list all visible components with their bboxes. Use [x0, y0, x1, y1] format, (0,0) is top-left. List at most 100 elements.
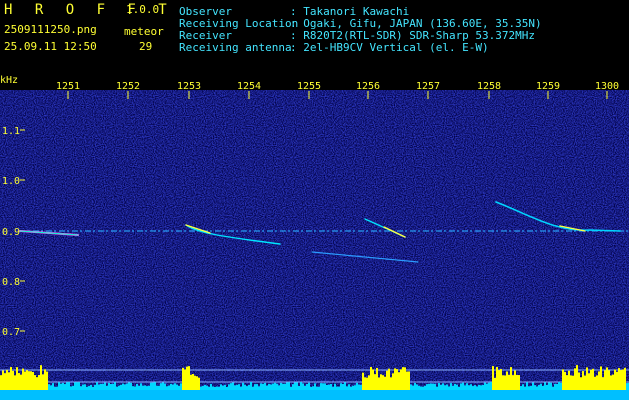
- activity-bar: [386, 370, 388, 390]
- activity-bar: [30, 371, 32, 390]
- activity-bar: [556, 383, 558, 390]
- activity-bar: [530, 385, 532, 390]
- activity-bar: [268, 384, 270, 390]
- info-value-receiver: : R820T2(RTL-SDR) SDR-Sharp 53.372MHz: [290, 29, 536, 42]
- activity-bar: [164, 383, 166, 390]
- activity-bar: [4, 373, 6, 390]
- activity-bar: [486, 383, 488, 390]
- activity-bar: [596, 375, 598, 390]
- activity-bar: [140, 383, 142, 390]
- activity-bar: [392, 373, 394, 390]
- activity-bar: [574, 368, 576, 390]
- activity-bar: [98, 384, 100, 390]
- activity-bar: [232, 382, 234, 390]
- activity-bar: [460, 383, 462, 390]
- activity-bar: [536, 386, 538, 390]
- activity-bar: [236, 384, 238, 390]
- activity-bar: [292, 384, 294, 390]
- spectrogram-plot: 1251 1252 1253 1254 1255 1256 1257 1258 1259 1300…: [0, 75, 629, 400]
- activity-baseline: [0, 390, 629, 400]
- activity-bar: [326, 384, 328, 390]
- activity-bar: [220, 384, 222, 390]
- activity-bar: [412, 385, 414, 390]
- activity-bar: [262, 383, 264, 390]
- activity-bar: [14, 375, 16, 390]
- activity-bar: [434, 383, 436, 390]
- activity-bar: [272, 383, 274, 390]
- activity-bar: [398, 372, 400, 390]
- activity-bar: [384, 376, 386, 390]
- activity-bar: [2, 370, 4, 390]
- activity-bar: [368, 375, 370, 390]
- activity-bar: [66, 382, 68, 390]
- activity-bar: [362, 372, 364, 390]
- activity-bar: [350, 386, 352, 390]
- activity-bar: [376, 367, 378, 390]
- activity-bar: [488, 382, 490, 390]
- info-key-location: Receiving Location: [179, 17, 299, 30]
- activity-bar: [240, 386, 242, 390]
- activity-bar: [448, 386, 450, 390]
- activity-bar: [588, 373, 590, 390]
- activity-bar: [304, 385, 306, 390]
- activity-bar: [378, 377, 380, 390]
- x-tick-label: 1257: [416, 81, 440, 92]
- activity-bar: [100, 383, 102, 390]
- activity-bar: [418, 385, 420, 390]
- activity-bar: [296, 382, 298, 390]
- activity-bar: [138, 385, 140, 390]
- y-axis-unit: kHz: [0, 75, 18, 86]
- activity-bar: [172, 384, 174, 390]
- activity-bar: [22, 368, 24, 390]
- activity-bar: [620, 370, 622, 390]
- activity-bar: [318, 386, 320, 390]
- activity-bar: [234, 385, 236, 390]
- activity-bar: [142, 385, 144, 390]
- activity-bar: [158, 385, 160, 390]
- activity-bar: [178, 385, 180, 390]
- activity-bar: [470, 384, 472, 390]
- x-tick-label: 1300: [595, 81, 619, 92]
- activity-bar: [284, 383, 286, 390]
- activity-bar: [294, 382, 296, 390]
- activity-bar: [156, 385, 158, 390]
- activity-bar: [176, 384, 178, 390]
- activity-bar: [256, 384, 258, 390]
- activity-bar: [210, 383, 212, 390]
- activity-bar: [92, 386, 94, 390]
- meteor-count: 29: [139, 40, 153, 53]
- activity-bar: [388, 368, 390, 390]
- activity-bar: [340, 383, 342, 390]
- info-value-location: : Ogaki, Gifu, JAPAN (136.60E, 35.35N): [290, 17, 542, 30]
- activity-bar: [494, 377, 496, 390]
- activity-bar: [248, 384, 250, 390]
- activity-bar: [618, 368, 620, 390]
- activity-bar: [282, 383, 284, 390]
- activity-bar: [228, 384, 230, 390]
- activity-bar: [438, 383, 440, 390]
- activity-bar: [404, 367, 406, 390]
- activity-bar: [614, 369, 616, 390]
- activity-bar: [400, 369, 402, 390]
- activity-bar: [316, 386, 318, 390]
- spectrogram-noise: [0, 90, 629, 400]
- activity-bar: [320, 383, 322, 390]
- activity-bar: [432, 383, 434, 390]
- activity-bar: [0, 375, 2, 390]
- activity-bar: [554, 383, 556, 390]
- activity-bar: [562, 369, 564, 390]
- activity-bar: [452, 385, 454, 390]
- activity-bar: [258, 386, 260, 390]
- activity-bar: [168, 385, 170, 390]
- activity-bar: [324, 383, 326, 390]
- activity-bar: [192, 374, 194, 390]
- activity-bar: [504, 375, 506, 390]
- activity-bar: [342, 383, 344, 390]
- activity-bar: [148, 385, 150, 390]
- activity-bar: [276, 383, 278, 390]
- activity-bar: [280, 382, 282, 390]
- x-tick-label: 1252: [116, 81, 140, 92]
- activity-bar: [298, 386, 300, 390]
- y-tick-label: 0.9: [2, 227, 20, 238]
- activity-bar: [274, 382, 276, 390]
